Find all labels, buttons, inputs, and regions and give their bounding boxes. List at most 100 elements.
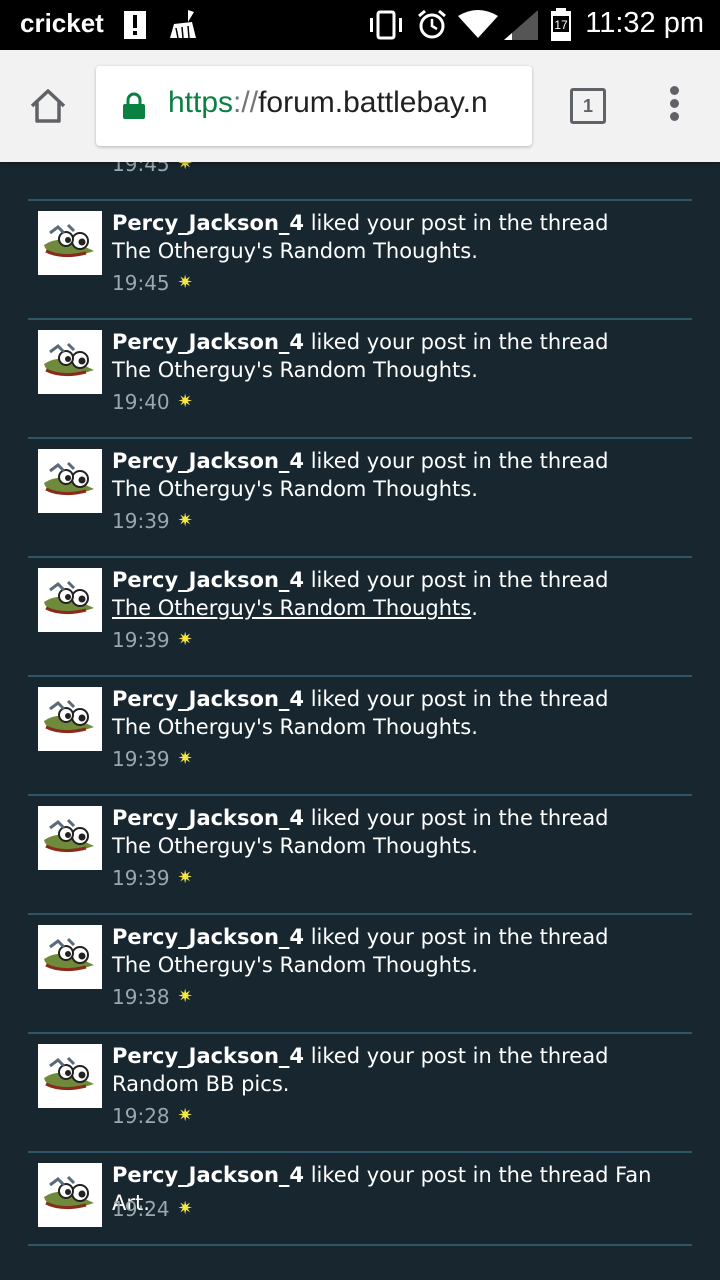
time-value: 19:39 [112, 747, 170, 771]
username-link[interactable]: Percy_Jackson_4 [112, 449, 304, 473]
time-value: 19:45 [112, 271, 170, 295]
star-icon: ✷ [177, 986, 193, 1007]
cleaner-icon [170, 10, 196, 39]
notification-time: 19:45 ✷ [112, 270, 193, 296]
clock-time: 11:32 pm [585, 7, 704, 39]
url-text: https://forum.battlebay.n [168, 86, 488, 120]
time-value: 19:39 [112, 866, 170, 890]
star-icon: ✷ [177, 1105, 193, 1126]
notification-item[interactable]: Percy_Jackson_4 liked your post in the t… [28, 201, 692, 320]
notification-item[interactable]: Percy_Jackson_4 liked your post in the t… [28, 1034, 692, 1153]
notification-item[interactable]: Percy_Jackson_4 liked your post in the t… [28, 439, 692, 558]
time-value: 19:38 [112, 985, 170, 1009]
sentence-end: . [471, 715, 478, 739]
status-bar: cricket 17 11:32 pm [0, 0, 720, 50]
sentence-end: . [471, 239, 478, 263]
notification-time: 19:39 ✷ [112, 746, 193, 772]
notification-action: liked your post in the thread [304, 568, 609, 592]
notification-text: Percy_Jackson_4 liked your post in the t… [112, 566, 652, 622]
notification-list-view[interactable]: Otherguy's Random Thoughts. 19:45✷ Percy… [0, 162, 720, 1280]
sentence-end: . [471, 358, 478, 382]
url-separator: :// [233, 86, 259, 119]
notification-time: 19:39 ✷ [112, 627, 193, 653]
avatar-icon[interactable] [38, 1163, 102, 1227]
star-icon: ✷ [177, 162, 193, 174]
thread-link[interactable]: Random BB pics [112, 1072, 283, 1096]
username-link[interactable]: Percy_Jackson_4 [112, 1163, 304, 1187]
notification-action: liked your post in the thread [304, 211, 609, 235]
notification-item[interactable]: Percy_Jackson_4 liked your post in the t… [28, 915, 692, 1034]
notification-item[interactable]: Percy_Jackson_4 liked your post in the t… [28, 796, 692, 915]
username-link[interactable]: Percy_Jackson_4 [112, 1044, 304, 1068]
avatar-icon[interactable] [38, 449, 102, 513]
carrier-name: cricket [20, 8, 104, 38]
notification-action: liked your post in the thread [304, 330, 609, 354]
notification-item[interactable]: Percy_Jackson_4 liked your post in the t… [28, 320, 692, 439]
calendar-icon: 17 [551, 8, 571, 41]
avatar-icon[interactable] [38, 211, 102, 275]
tab-switcher-icon[interactable]: 1 [570, 88, 606, 124]
notification-text: Percy_Jackson_4 liked your post in the t… [112, 1042, 652, 1098]
sentence-end: . [471, 834, 478, 858]
username-link[interactable]: Percy_Jackson_4 [112, 925, 304, 949]
notification-text: Percy_Jackson_4 liked your post in the t… [112, 209, 652, 265]
thread-link[interactable]: The Otherguy's Random Thoughts [112, 715, 471, 739]
thread-link[interactable]: The Otherguy's Random Thoughts [112, 239, 471, 263]
notification-time: 19:39 ✷ [112, 508, 193, 534]
star-icon: ✷ [177, 272, 193, 293]
time-value: 19:40 [112, 390, 170, 414]
avatar-icon[interactable] [38, 330, 102, 394]
star-icon: ✷ [177, 867, 193, 888]
sentence-end: . [282, 1072, 290, 1096]
thread-link[interactable]: The Otherguy's Random Thoughts [112, 477, 471, 501]
time-value: 19:39 [112, 509, 170, 533]
notification-action: liked your post in the thread [304, 449, 609, 473]
star-icon: ✷ [177, 510, 193, 531]
sentence-end: . [471, 953, 478, 977]
lock-icon [123, 92, 145, 119]
sentence-end: . [471, 477, 478, 501]
username-link[interactable]: Percy_Jackson_4 [112, 568, 304, 592]
thread-link[interactable]: The Otherguy's Random Thoughts [112, 834, 471, 858]
thread-link[interactable]: The Otherguy's Random Thoughts [112, 953, 471, 977]
home-icon[interactable] [28, 86, 68, 126]
avatar-icon[interactable] [38, 568, 102, 632]
star-icon: ✷ [177, 391, 193, 412]
notification-action: liked your post in the thread [304, 1044, 609, 1068]
notification-text: Percy_Jackson_4 liked your post in the t… [112, 328, 652, 384]
alert-icon [124, 11, 146, 39]
notification-item[interactable]: Percy_Jackson_4 liked your post in the t… [28, 1153, 692, 1246]
username-link[interactable]: Percy_Jackson_4 [112, 687, 304, 711]
time-value: 19:45 [112, 162, 170, 176]
notification-time: 19:40 ✷ [112, 389, 193, 415]
username-link[interactable]: Percy_Jackson_4 [112, 211, 304, 235]
wifi-icon [458, 10, 498, 38]
username-link[interactable]: Percy_Jackson_4 [112, 330, 304, 354]
thread-link[interactable]: The Otherguy's Random Thoughts [112, 358, 471, 382]
notification-list: Otherguy's Random Thoughts. 19:45✷ Percy… [28, 162, 692, 1246]
url-bar[interactable]: https://forum.battlebay.n [96, 66, 532, 146]
time-value: 19:28 [112, 1104, 170, 1128]
notification-item[interactable]: Percy_Jackson_4 liked your post in the t… [28, 677, 692, 796]
notification-text: Percy_Jackson_4 liked your post in the t… [112, 923, 652, 979]
browser-toolbar: https://forum.battlebay.n 1 [0, 50, 720, 162]
url-host: forum.battlebay.n [258, 86, 488, 119]
avatar-icon[interactable] [38, 806, 102, 870]
avatar-icon[interactable] [38, 1044, 102, 1108]
notification-item[interactable]: Otherguy's Random Thoughts. 19:45✷ [28, 162, 692, 201]
thread-link[interactable]: The Otherguy's Random Thoughts [112, 596, 471, 620]
notification-text: Percy_Jackson_4 liked your post in the t… [112, 804, 652, 860]
more-vert-icon[interactable] [664, 86, 684, 126]
notification-item[interactable]: Percy_Jackson_4 liked your post in the t… [28, 558, 692, 677]
notification-action: liked your post in the thread [304, 806, 609, 830]
avatar-icon[interactable] [38, 687, 102, 751]
url-scheme: https [168, 86, 234, 119]
notification-action: liked your post in the thread [304, 925, 609, 949]
avatar-icon[interactable] [38, 925, 102, 989]
signal-icon [504, 10, 538, 40]
sentence-end: . [471, 596, 478, 620]
notification-time: 19:24 ✷ [112, 1196, 193, 1222]
notification-text: Percy_Jackson_4 liked your post in the t… [112, 685, 652, 741]
username-link[interactable]: Percy_Jackson_4 [112, 806, 304, 830]
notification-time: 19:38 ✷ [112, 984, 193, 1010]
